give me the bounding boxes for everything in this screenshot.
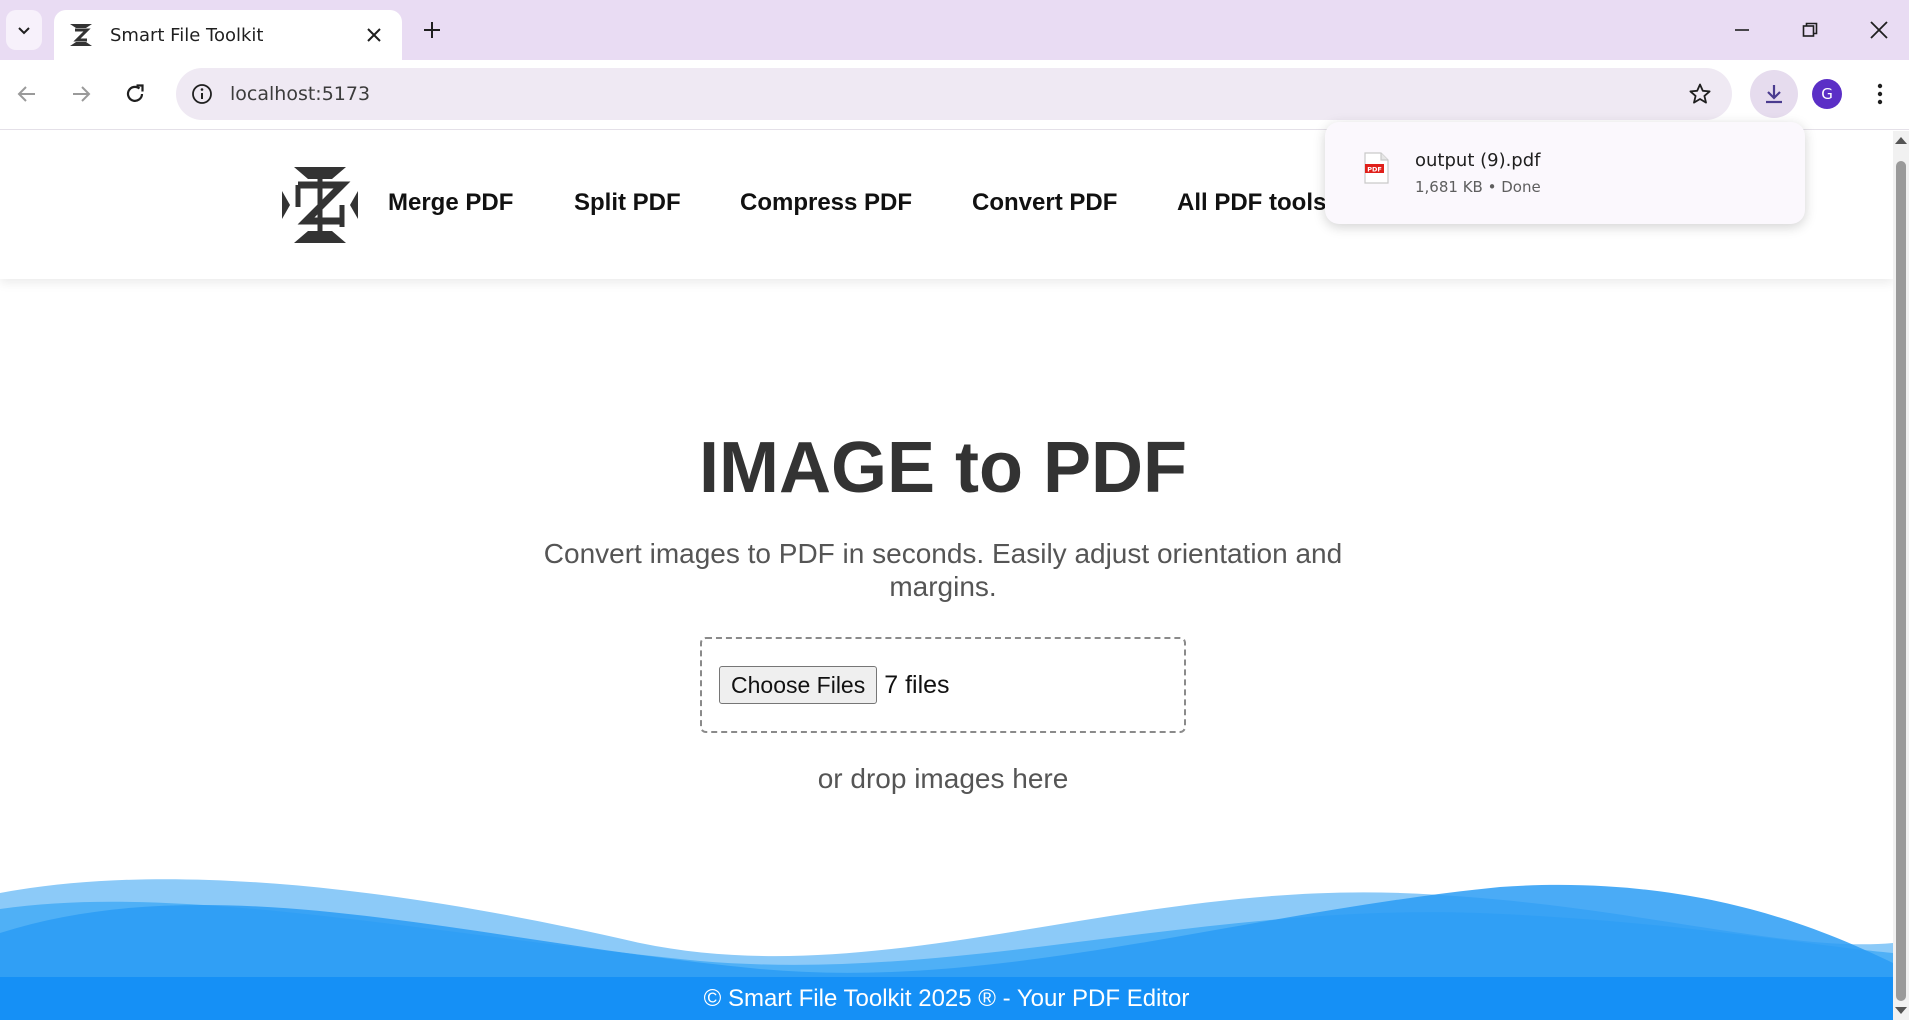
browser-tab-strip: Smart File Toolkit	[0, 0, 1909, 60]
forward-button[interactable]	[61, 74, 101, 114]
page-scrollbar[interactable]	[1893, 131, 1909, 1020]
browser-toolbar: localhost:5173 G	[0, 60, 1909, 130]
back-button[interactable]	[7, 74, 47, 114]
file-dropzone[interactable]: Choose Files 7 files	[700, 637, 1186, 733]
bookmark-star-icon[interactable]	[1678, 72, 1722, 116]
chevron-down-icon	[18, 27, 30, 35]
selected-file-count: 7 files	[884, 670, 950, 699]
tab-title: Smart File Toolkit	[110, 24, 264, 46]
tab-search-button[interactable]	[6, 10, 42, 50]
minimize-icon	[1735, 29, 1749, 31]
nav-split-pdf[interactable]: Split PDF	[574, 189, 681, 217]
address-bar[interactable]: localhost:5173	[176, 68, 1732, 120]
page-title: IMAGE to PDF	[699, 428, 1187, 508]
scroll-up-arrow-icon[interactable]	[1895, 137, 1907, 144]
new-tab-button[interactable]	[415, 12, 449, 48]
restore-window-button[interactable]	[1782, 8, 1838, 52]
url-text[interactable]: localhost:5173	[230, 83, 1678, 105]
download-icon	[1766, 85, 1782, 104]
nav-merge-pdf[interactable]: Merge PDF	[388, 189, 513, 217]
download-filename[interactable]: output (9).pdf	[1415, 150, 1541, 171]
page-subtitle: Convert images to PDF in seconds. Easily…	[543, 538, 1343, 602]
browser-menu-button[interactable]	[1864, 74, 1896, 114]
downloads-button[interactable]	[1750, 70, 1798, 118]
close-tab-icon[interactable]	[360, 21, 388, 49]
close-icon	[1870, 21, 1888, 39]
page-viewport: Merge PDF Split PDF Compress PDF Convert…	[0, 131, 1893, 1020]
site-logo[interactable]	[280, 165, 360, 245]
reload-button[interactable]	[115, 74, 155, 114]
download-status: 1,681 KB • Done	[1415, 178, 1541, 196]
scrollbar-thumb[interactable]	[1896, 161, 1906, 1001]
choose-files-button[interactable]: Choose Files	[719, 666, 878, 704]
profile-avatar[interactable]: G	[1812, 79, 1842, 109]
restore-icon	[1802, 22, 1818, 37]
reload-icon	[126, 84, 144, 102]
more-vertical-icon	[1877, 83, 1883, 105]
browser-tab[interactable]: Smart File Toolkit	[54, 10, 402, 60]
nav-convert-pdf[interactable]: Convert PDF	[972, 189, 1117, 217]
close-window-button[interactable]	[1851, 8, 1907, 52]
download-bubble[interactable]: PDF output (9).pdf 1,681 KB • Done	[1325, 122, 1805, 224]
scroll-down-arrow-icon[interactable]	[1895, 1007, 1907, 1014]
arrow-left-icon	[17, 86, 35, 102]
pdf-icon-label: PDF	[1367, 165, 1382, 173]
plus-icon	[424, 22, 440, 38]
pdf-file-icon: PDF	[1364, 152, 1389, 184]
nav-all-pdf-tools[interactable]: All PDF tools	[1177, 189, 1326, 217]
nav-compress-pdf[interactable]: Compress PDF	[740, 189, 912, 217]
site-footer: © Smart File Toolkit 2025 ® - Your PDF E…	[0, 977, 1893, 1020]
toolkit-logo-icon	[68, 21, 96, 49]
minimize-window-button[interactable]	[1714, 8, 1770, 52]
site-info-icon[interactable]	[180, 72, 224, 116]
drop-hint: or drop images here	[817, 763, 1069, 794]
arrow-right-icon	[73, 86, 91, 102]
